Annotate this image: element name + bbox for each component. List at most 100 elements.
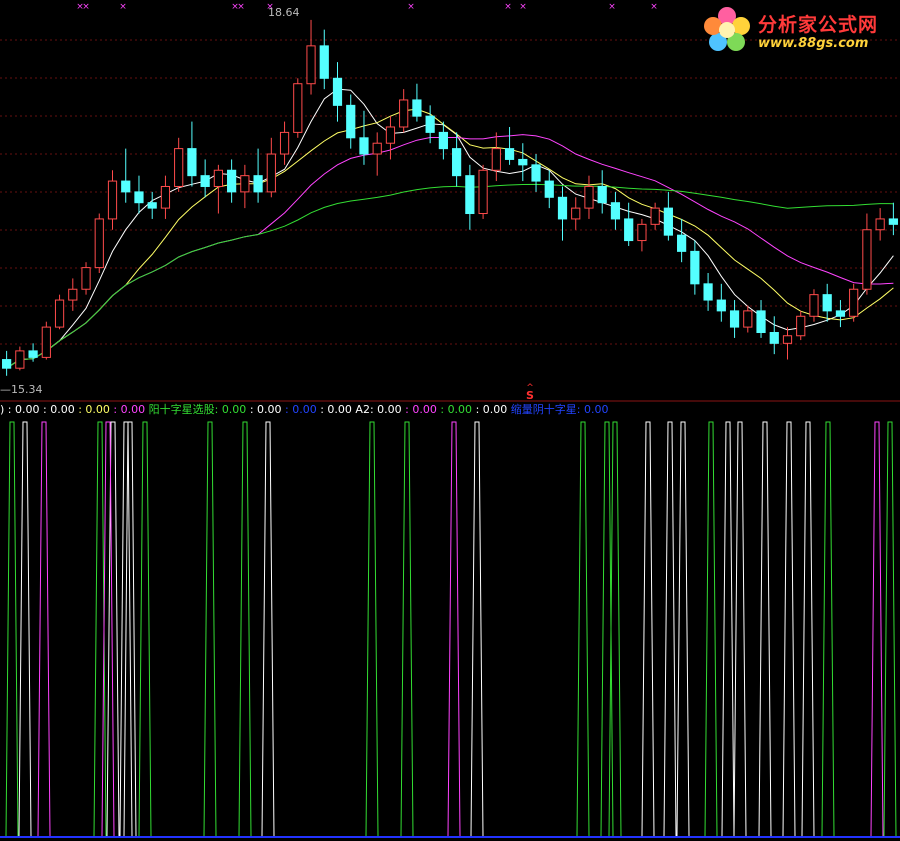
candle-down xyxy=(227,169,237,193)
signal-spike-green xyxy=(5,421,19,837)
candle-down xyxy=(544,180,554,198)
price-low-label: —15.34 xyxy=(0,383,43,396)
legend-item-8: A2: 0.00 xyxy=(355,403,402,416)
candle-up xyxy=(279,131,290,155)
legend-item-9: : 0.00 xyxy=(405,403,437,416)
signal-spike-white xyxy=(470,421,484,837)
legend-item-11: : 0.00 xyxy=(475,403,508,416)
flower-logo-icon xyxy=(704,7,750,51)
candle-up xyxy=(372,142,382,155)
candle-up xyxy=(478,169,488,215)
candle-up xyxy=(743,310,753,328)
signal-x-marker: × xyxy=(650,2,658,12)
signal-spike-white xyxy=(261,421,275,837)
signal-marker-caret: ^ xyxy=(526,383,534,393)
candle-up xyxy=(875,218,885,231)
legend-item-7: : 0.00 xyxy=(320,403,352,416)
candle-down xyxy=(452,148,462,177)
signal-spike-white xyxy=(18,421,32,837)
signal-spike-green xyxy=(576,421,590,837)
signal-x-marker: × xyxy=(237,2,245,12)
legend-item-6: : 0.00 xyxy=(285,403,317,416)
signal-x-marker: × xyxy=(519,2,527,12)
candle-down xyxy=(134,191,144,204)
candle-up xyxy=(637,223,647,242)
candle-up xyxy=(107,180,118,220)
candle-down xyxy=(690,250,700,285)
signal-spike-magenta xyxy=(870,421,884,837)
candle-down xyxy=(359,137,369,155)
signal-spike-white xyxy=(782,421,796,837)
candle-down xyxy=(835,310,846,317)
candle-up xyxy=(293,83,303,133)
candle-up xyxy=(306,45,316,85)
candle-down xyxy=(822,294,832,312)
legend-item-3: : 0.00 xyxy=(113,403,146,416)
candle-down xyxy=(557,196,568,220)
candle-up xyxy=(650,207,660,225)
candle-up xyxy=(68,288,78,301)
candle-up xyxy=(94,218,104,269)
candle-up xyxy=(174,148,184,187)
legend-item-5: : 0.00 xyxy=(249,403,282,416)
candlesticks xyxy=(2,19,898,376)
indicator-legend: ) : 0.00 : 0.00 : 0.00 : 0.00 阳十字星选股: 0.… xyxy=(0,402,608,418)
candle-down xyxy=(769,332,779,344)
candle-down xyxy=(663,207,673,236)
signal-spike-green xyxy=(608,421,622,837)
signal-spike-green xyxy=(138,421,152,837)
candle-down xyxy=(756,310,766,334)
candle-up xyxy=(862,229,872,290)
candle-down xyxy=(610,202,621,220)
candle-up xyxy=(15,350,25,369)
signal-spike-white xyxy=(676,421,690,837)
candle-down xyxy=(888,218,898,225)
signal-x-marker: × xyxy=(119,2,127,12)
candle-down xyxy=(412,99,422,117)
signal-spike-white xyxy=(733,421,747,837)
candle-up xyxy=(213,169,223,187)
candle-down xyxy=(504,148,515,160)
signal-spike-green xyxy=(400,421,414,837)
candle-up xyxy=(796,315,806,337)
candle-up xyxy=(399,99,409,128)
candle-up xyxy=(240,175,250,193)
candle-up xyxy=(809,294,819,317)
candle-down xyxy=(346,104,356,139)
signal-spike-white xyxy=(801,421,815,837)
legend-item-12: 缩量阴十字星: 0.00 xyxy=(510,403,609,416)
signal-x-marker: × xyxy=(608,2,616,12)
signal-spike-green xyxy=(821,421,835,837)
signal-spike-white xyxy=(663,421,677,837)
candle-up xyxy=(782,335,793,344)
candle-down xyxy=(253,175,263,193)
legend-item-10: : 0.00 xyxy=(440,403,473,416)
logo-title: 分析家公式网 xyxy=(758,14,879,36)
candle-down xyxy=(531,164,541,182)
candle-down xyxy=(518,158,528,166)
candle-down xyxy=(147,202,157,209)
legend-item-2: : 0.00 xyxy=(78,403,110,416)
candle-down xyxy=(319,45,329,79)
candle-up xyxy=(81,267,91,290)
candle-up xyxy=(160,185,171,209)
candle-down xyxy=(200,175,210,187)
signal-spike-magenta xyxy=(447,421,461,837)
candle-down xyxy=(332,77,343,106)
signal-x-marker: × xyxy=(82,2,90,12)
candle-down xyxy=(677,234,687,252)
legend-item-0: ) : 0.00 xyxy=(0,403,40,416)
candle-down xyxy=(597,185,607,204)
signal-spike-green xyxy=(203,421,217,837)
signal-spike-white xyxy=(758,421,772,837)
candle-up xyxy=(54,299,65,328)
ma20-line xyxy=(6,134,894,369)
signal-spike-white xyxy=(641,421,655,837)
candle-down xyxy=(121,180,131,193)
candle-up xyxy=(849,288,859,317)
price-high-label: 18.64 xyxy=(268,6,300,19)
candle-down xyxy=(2,359,12,369)
candle-up xyxy=(266,153,276,193)
logo-url: www.88gs.com xyxy=(758,36,869,51)
site-logo[interactable]: 分析家公式网 www.88gs.com xyxy=(700,4,896,56)
